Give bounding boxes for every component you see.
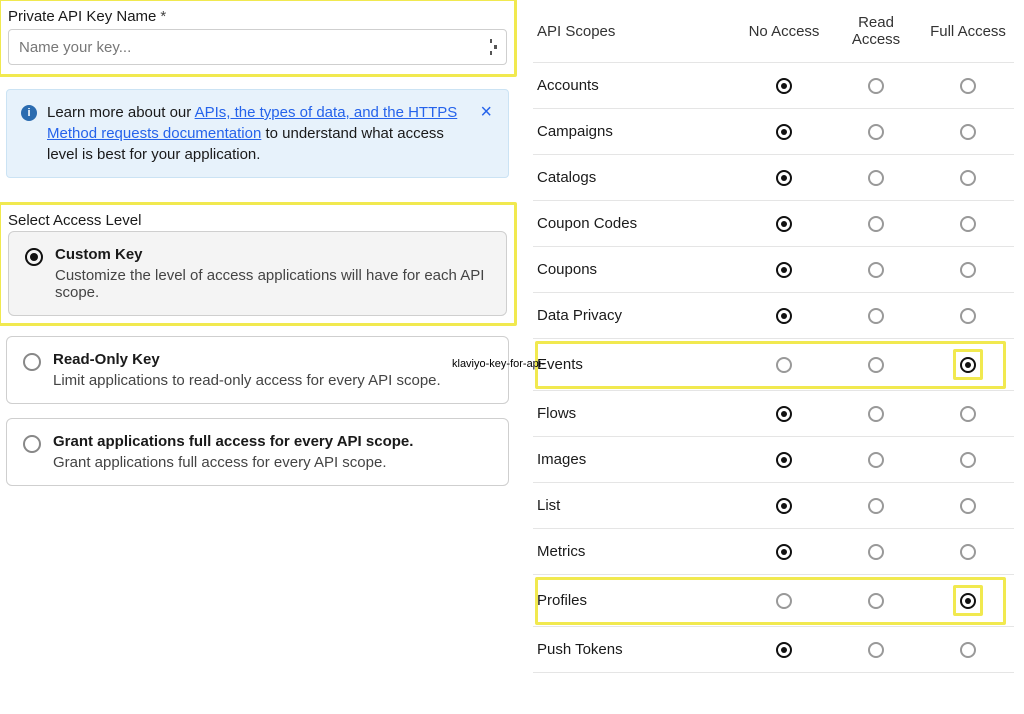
scope-row: Catalogs [533, 155, 1014, 201]
scope-radio-no[interactable] [776, 642, 792, 658]
scope-radio-read[interactable] [868, 498, 884, 514]
scope-radio-no[interactable] [776, 170, 792, 186]
scope-name: List [533, 483, 738, 529]
scope-radio-no[interactable] [776, 452, 792, 468]
scope-row: List [533, 483, 1014, 529]
scope-radio-full[interactable] [960, 593, 976, 609]
scope-name: Metrics [533, 529, 738, 575]
input-icon [490, 39, 497, 55]
scope-radio-read[interactable] [868, 452, 884, 468]
banner-close-icon[interactable]: × [478, 102, 494, 122]
access-level-option-readonly[interactable]: Read-Only Key Limit applications to read… [6, 336, 509, 404]
scope-row: Accounts [533, 63, 1014, 109]
radio-highlight [957, 589, 979, 612]
radio-highlight [957, 353, 979, 376]
scope-name: Data Privacy [533, 293, 738, 339]
scope-radio-no[interactable] [776, 216, 792, 232]
radio-icon [25, 248, 43, 266]
scope-radio-no[interactable] [776, 593, 792, 609]
info-icon: i [21, 105, 37, 121]
scope-name: Campaigns [533, 109, 738, 155]
scope-name: Push Tokens [533, 627, 738, 673]
access-level-option-custom[interactable]: Custom Key Customize the level of access… [8, 231, 507, 316]
scope-name: Events [533, 339, 738, 391]
scope-radio-read[interactable] [868, 308, 884, 324]
scopes-header-read-access: Read Access [830, 0, 922, 63]
info-banner: i Learn more about our APIs, the types o… [6, 89, 509, 178]
scope-radio-full[interactable] [960, 544, 976, 560]
scope-radio-full[interactable] [960, 642, 976, 658]
scope-radio-full[interactable] [960, 124, 976, 140]
scope-radio-read[interactable] [868, 544, 884, 560]
access-level-option-full[interactable]: Grant applications full access for every… [6, 418, 509, 486]
option-title: Read-Only Key [53, 351, 492, 368]
scopes-header-name: API Scopes [533, 0, 738, 63]
banner-prefix: Learn more about our [47, 104, 195, 121]
option-desc: Customize the level of access applicatio… [55, 267, 490, 301]
scope-radio-read[interactable] [868, 124, 884, 140]
scope-row: Events [533, 339, 1014, 391]
scope-radio-read[interactable] [868, 262, 884, 278]
scope-radio-no[interactable] [776, 498, 792, 514]
scope-radio-no[interactable] [776, 308, 792, 324]
radio-icon [23, 435, 41, 453]
scope-row: Data Privacy [533, 293, 1014, 339]
scope-radio-no[interactable] [776, 262, 792, 278]
scope-radio-no[interactable] [776, 406, 792, 422]
scope-name: Catalogs [533, 155, 738, 201]
scope-row: Flows [533, 391, 1014, 437]
scopes-header-no-access: No Access [738, 0, 830, 63]
radio-icon [23, 353, 41, 371]
scope-radio-full[interactable] [960, 78, 976, 94]
scope-radio-full[interactable] [960, 262, 976, 278]
access-level-highlight: Select Access Level Custom Key Customize… [2, 206, 513, 322]
scope-radio-read[interactable] [868, 357, 884, 373]
scope-radio-no[interactable] [776, 357, 792, 373]
scope-name: Flows [533, 391, 738, 437]
image-caption: klaviyo-key-for-api- [452, 358, 545, 370]
scope-row: Coupon Codes [533, 201, 1014, 247]
scopes-table: API Scopes No Access Read Access Full Ac… [533, 0, 1014, 673]
scope-radio-full[interactable] [960, 170, 976, 186]
scope-radio-no[interactable] [776, 78, 792, 94]
option-desc: Grant applications full access for every… [53, 454, 492, 471]
scope-row: Campaigns [533, 109, 1014, 155]
scope-radio-no[interactable] [776, 544, 792, 560]
scope-radio-read[interactable] [868, 78, 884, 94]
option-desc: Limit applications to read-only access f… [53, 372, 492, 389]
scope-radio-read[interactable] [868, 170, 884, 186]
scope-name: Coupons [533, 247, 738, 293]
scope-radio-read[interactable] [868, 642, 884, 658]
scope-name: Profiles [533, 575, 738, 627]
access-level-label: Select Access Level [2, 206, 513, 231]
key-name-input[interactable] [8, 29, 507, 65]
scope-row: Metrics [533, 529, 1014, 575]
scope-row: Coupons [533, 247, 1014, 293]
scope-radio-full[interactable] [960, 308, 976, 324]
scope-row: Images [533, 437, 1014, 483]
scopes-header-full-access: Full Access [922, 0, 1014, 63]
scope-row: Push Tokens [533, 627, 1014, 673]
scope-radio-full[interactable] [960, 406, 976, 422]
scope-radio-full[interactable] [960, 498, 976, 514]
required-asterisk: * [160, 8, 166, 25]
scope-name: Accounts [533, 63, 738, 109]
scope-row: Profiles [533, 575, 1014, 627]
key-name-section: Private API Key Name* [2, 2, 513, 73]
scope-radio-read[interactable] [868, 593, 884, 609]
scope-radio-full[interactable] [960, 216, 976, 232]
scope-name: Images [533, 437, 738, 483]
option-title: Custom Key [55, 246, 490, 263]
scope-radio-read[interactable] [868, 406, 884, 422]
option-title: Grant applications full access for every… [53, 433, 492, 450]
key-name-label: Private API Key Name* [2, 2, 513, 29]
scope-radio-read[interactable] [868, 216, 884, 232]
scope-radio-no[interactable] [776, 124, 792, 140]
scope-radio-full[interactable] [960, 357, 976, 373]
scope-name: Coupon Codes [533, 201, 738, 247]
scope-radio-full[interactable] [960, 452, 976, 468]
